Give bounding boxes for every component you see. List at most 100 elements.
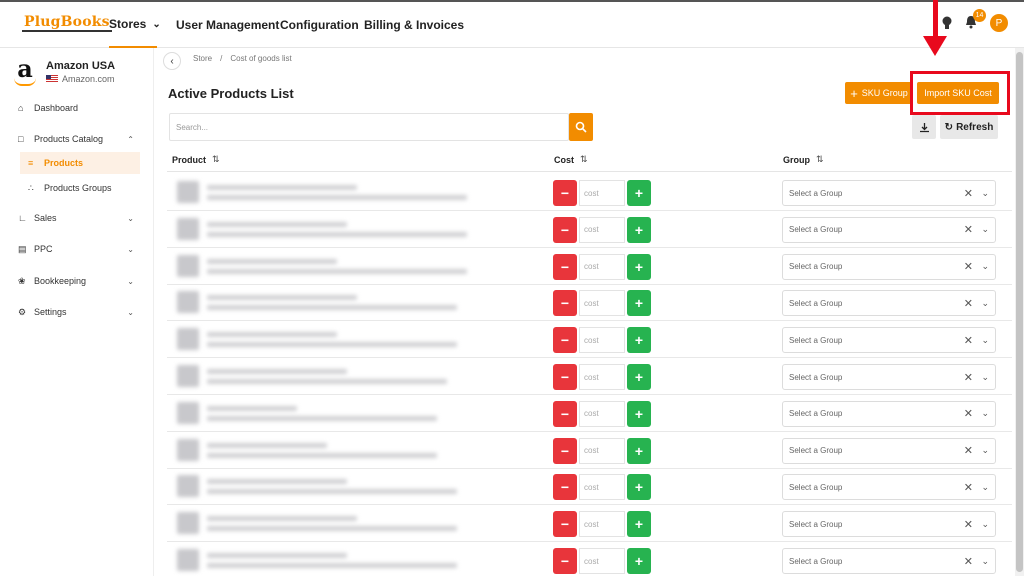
nav-stores[interactable]: Stores ⌄	[109, 2, 161, 48]
cost-input[interactable]: cost	[579, 474, 625, 501]
cost-input[interactable]: cost	[579, 180, 625, 206]
clear-icon[interactable]: ✕	[964, 260, 973, 273]
increase-cost-button[interactable]: +	[627, 474, 651, 501]
clear-icon[interactable]: ✕	[964, 555, 973, 568]
chevron-down-icon[interactable]: ⌄	[981, 372, 989, 383]
avatar[interactable]: P	[990, 14, 1008, 32]
plugbooks-logo[interactable]: PlugBooks	[22, 14, 112, 32]
bell-icon[interactable]: 14	[964, 9, 986, 31]
decrease-cost-button[interactable]: −	[553, 180, 577, 206]
back-button[interactable]: ‹	[163, 52, 181, 70]
sidebar-item-dashboard[interactable]: ⌂ Dashboard	[18, 97, 140, 119]
cost-input[interactable]: cost	[579, 216, 625, 243]
increase-cost-button[interactable]: +	[627, 327, 651, 354]
group-select[interactable]: Select a Group ✕ ⌄	[782, 327, 996, 354]
increase-cost-button[interactable]: +	[627, 253, 651, 280]
nav-billing-invoices[interactable]: Billing & Invoices	[364, 2, 464, 48]
chevron-down-icon[interactable]: ⌄	[981, 335, 989, 346]
group-select[interactable]: Select a Group ✕ ⌄	[782, 253, 996, 280]
column-header-product[interactable]: Product ⇅	[172, 154, 220, 165]
decrease-cost-button[interactable]: −	[553, 474, 577, 501]
clear-icon[interactable]: ✕	[964, 481, 973, 494]
chevron-down-icon[interactable]: ⌄	[981, 188, 989, 199]
chevron-down-icon[interactable]: ⌄	[981, 224, 989, 235]
nav-user-management-label: User Management	[176, 18, 280, 32]
store-selector[interactable]: a Amazon USA Amazon.com	[12, 57, 115, 86]
chevron-down-icon[interactable]: ⌄	[981, 519, 989, 530]
chevron-down-icon[interactable]: ⌄	[981, 298, 989, 309]
increase-cost-button[interactable]: +	[627, 437, 651, 464]
sku-group-button[interactable]: + SKU Group	[845, 82, 913, 104]
increase-cost-button[interactable]: +	[627, 290, 651, 317]
nav-configuration[interactable]: Configuration	[280, 2, 359, 48]
search-input[interactable]: Search...	[169, 113, 569, 141]
decrease-cost-button[interactable]: −	[553, 364, 577, 390]
group-select[interactable]: Select a Group ✕ ⌄	[782, 216, 996, 243]
lightbulb-icon[interactable]	[940, 15, 954, 31]
cost-input[interactable]: cost	[579, 511, 625, 538]
chevron-down-icon[interactable]: ⌄	[981, 556, 989, 567]
clear-icon[interactable]: ✕	[964, 371, 973, 384]
search-button[interactable]	[569, 113, 593, 141]
increase-cost-button[interactable]: +	[627, 364, 651, 390]
breadcrumb-store[interactable]: Store	[193, 54, 212, 63]
group-select[interactable]: Select a Group ✕ ⌄	[782, 437, 996, 464]
increase-cost-button[interactable]: +	[627, 180, 651, 206]
increase-cost-button[interactable]: +	[627, 548, 651, 574]
cost-input[interactable]: cost	[579, 364, 625, 390]
sidebar-item-sales[interactable]: ∟ Sales ⌄	[18, 207, 140, 229]
group-select[interactable]: Select a Group ✕ ⌄	[782, 511, 996, 538]
clear-icon[interactable]: ✕	[964, 407, 973, 420]
decrease-cost-button[interactable]: −	[553, 253, 577, 280]
chevron-down-icon[interactable]: ⌄	[981, 261, 989, 272]
sort-icon: ⇅	[212, 154, 220, 164]
decrease-cost-button[interactable]: −	[553, 437, 577, 464]
decrease-cost-button[interactable]: −	[553, 511, 577, 538]
sidebar-item-products-groups[interactable]: ∴ Products Groups	[20, 177, 140, 199]
decrease-cost-button[interactable]: −	[553, 400, 577, 427]
increase-cost-button[interactable]: +	[627, 216, 651, 243]
clear-icon[interactable]: ✕	[964, 297, 973, 310]
product-title-blurred	[207, 553, 347, 558]
chevron-down-icon[interactable]: ⌄	[981, 408, 989, 419]
scrollbar[interactable]	[1015, 48, 1024, 576]
decrease-cost-button[interactable]: −	[553, 548, 577, 574]
chevron-down-icon[interactable]: ⌄	[981, 445, 989, 456]
sidebar-item-products-catalog[interactable]: □ Products Catalog ⌃	[18, 128, 140, 150]
clear-icon[interactable]: ✕	[964, 518, 973, 531]
column-header-group[interactable]: Group ⇅	[783, 154, 824, 165]
column-header-cost[interactable]: Cost ⇅	[554, 154, 588, 165]
sidebar-item-settings[interactable]: ⚙ Settings ⌄	[18, 301, 140, 323]
cost-input[interactable]: cost	[579, 437, 625, 464]
group-select[interactable]: Select a Group ✕ ⌄	[782, 400, 996, 427]
cost-input[interactable]: cost	[579, 400, 625, 427]
decrease-cost-button[interactable]: −	[553, 290, 577, 317]
group-select[interactable]: Select a Group ✕ ⌄	[782, 474, 996, 501]
clear-icon[interactable]: ✕	[964, 223, 973, 236]
clear-icon[interactable]: ✕	[964, 444, 973, 457]
group-select[interactable]: Select a Group ✕ ⌄	[782, 180, 996, 206]
refresh-button[interactable]: ↻ Refresh	[940, 115, 998, 139]
main-content: ‹ Store / Cost of goods list Active Prod…	[155, 48, 1015, 576]
decrease-cost-button[interactable]: −	[553, 216, 577, 243]
sidebar-item-bookkeeping[interactable]: ❀ Bookkeeping ⌄	[18, 270, 140, 292]
cost-input[interactable]: cost	[579, 548, 625, 574]
increase-cost-button[interactable]: +	[627, 400, 651, 427]
group-select[interactable]: Select a Group ✕ ⌄	[782, 548, 996, 574]
clear-icon[interactable]: ✕	[964, 187, 973, 200]
cost-input[interactable]: cost	[579, 290, 625, 317]
group-select[interactable]: Select a Group ✕ ⌄	[782, 290, 996, 317]
sidebar-item-label: Bookkeeping	[34, 276, 87, 286]
cost-input[interactable]: cost	[579, 327, 625, 354]
increase-cost-button[interactable]: +	[627, 511, 651, 538]
cost-input[interactable]: cost	[579, 253, 625, 280]
clear-icon[interactable]: ✕	[964, 334, 973, 347]
chevron-down-icon[interactable]: ⌄	[981, 482, 989, 493]
sidebar-item-products[interactable]: ≡ Products	[20, 152, 140, 174]
decrease-cost-button[interactable]: −	[553, 327, 577, 354]
nav-user-management[interactable]: User Management	[176, 2, 279, 48]
group-select[interactable]: Select a Group ✕ ⌄	[782, 364, 996, 390]
sidebar-item-ppc[interactable]: ▤ PPC ⌄	[18, 238, 140, 260]
download-button[interactable]	[912, 115, 936, 139]
scrollbar-thumb[interactable]	[1016, 52, 1023, 572]
